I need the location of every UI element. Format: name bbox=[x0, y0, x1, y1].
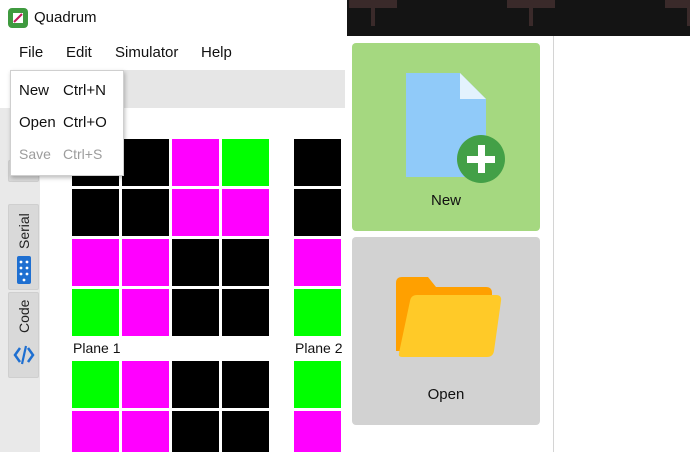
preview-strip bbox=[347, 0, 690, 36]
grid-cell[interactable] bbox=[72, 411, 119, 452]
new-card-label: New bbox=[430, 192, 461, 209]
grid-cell[interactable] bbox=[122, 361, 169, 408]
open-card-label: Open bbox=[427, 386, 465, 403]
title-bar: Quadrum bbox=[0, 0, 345, 36]
menu-item-new[interactable]: New Ctrl+N bbox=[11, 75, 123, 105]
grid-cell[interactable] bbox=[172, 139, 219, 186]
grid-cell[interactable] bbox=[122, 189, 169, 236]
grid-cell[interactable] bbox=[122, 289, 169, 336]
menu-item-save-label: Save bbox=[19, 146, 51, 162]
grid-cell[interactable] bbox=[72, 361, 119, 408]
preview-decor bbox=[371, 8, 375, 26]
grid-cell[interactable] bbox=[294, 139, 341, 186]
quadrum-app-icon bbox=[8, 8, 28, 28]
grid-cell[interactable] bbox=[222, 361, 269, 408]
code-brackets-icon bbox=[13, 345, 35, 365]
tab-code-label: Code bbox=[16, 299, 32, 333]
menu-item-new-label: New bbox=[19, 82, 50, 99]
grid-cell[interactable] bbox=[294, 411, 341, 452]
plane-1-label: Plane 1 bbox=[73, 340, 121, 356]
menu-item-open-label: Open bbox=[19, 114, 56, 131]
menu-edit[interactable]: Edit bbox=[66, 44, 92, 61]
grid-cell[interactable] bbox=[172, 361, 219, 408]
menu-simulator[interactable]: Simulator bbox=[115, 44, 178, 61]
grid-cell[interactable] bbox=[222, 189, 269, 236]
grid-cell[interactable] bbox=[72, 289, 119, 336]
grid-cell[interactable] bbox=[294, 361, 341, 408]
grid-cell[interactable] bbox=[122, 239, 169, 286]
menu-item-new-shortcut: Ctrl+N bbox=[63, 82, 106, 99]
grid-cell[interactable] bbox=[122, 139, 169, 186]
new-project-card[interactable]: New bbox=[352, 43, 540, 231]
tab-serial[interactable]: Serial bbox=[8, 204, 39, 290]
menu-item-open[interactable]: Open Ctrl+O bbox=[11, 107, 123, 137]
menu-item-save-shortcut: Ctrl+S bbox=[63, 146, 103, 162]
grid-cell[interactable] bbox=[172, 289, 219, 336]
preview-decor bbox=[349, 0, 397, 8]
grid-cell[interactable] bbox=[222, 139, 269, 186]
file-dropdown-menu: New Ctrl+N Open Ctrl+O Save Ctrl+S bbox=[10, 70, 124, 176]
grid-cell[interactable] bbox=[172, 189, 219, 236]
grid-cell[interactable] bbox=[294, 189, 341, 236]
open-folder-icon bbox=[396, 277, 502, 357]
grid-cell[interactable] bbox=[172, 411, 219, 452]
grid-cell[interactable] bbox=[222, 411, 269, 452]
preview-decor bbox=[665, 0, 690, 8]
grid-cell[interactable] bbox=[122, 411, 169, 452]
grid-cell[interactable] bbox=[294, 239, 341, 286]
grid-cell[interactable] bbox=[72, 239, 119, 286]
serial-port-icon bbox=[17, 256, 31, 284]
tab-code[interactable]: Code bbox=[8, 292, 39, 378]
grid-cell[interactable] bbox=[72, 189, 119, 236]
menu-item-open-shortcut: Ctrl+O bbox=[63, 114, 107, 131]
new-file-icon bbox=[406, 73, 505, 183]
grid-cell[interactable] bbox=[172, 239, 219, 286]
app-title: Quadrum bbox=[34, 9, 97, 26]
open-project-card[interactable]: Open bbox=[352, 237, 540, 425]
plane-2-label: Plane 2 bbox=[295, 340, 343, 356]
preview-decor bbox=[529, 8, 533, 26]
menu-help[interactable]: Help bbox=[201, 44, 232, 61]
menu-bar: File Edit Simulator Help bbox=[0, 36, 345, 70]
grid-cell[interactable] bbox=[294, 289, 341, 336]
menu-file[interactable]: File bbox=[19, 44, 43, 61]
main-window: Quadrum File Edit Simulator Help Serial … bbox=[0, 0, 345, 452]
menu-item-save: Save Ctrl+S bbox=[11, 139, 123, 169]
grid-cell[interactable] bbox=[222, 289, 269, 336]
grid-cell[interactable] bbox=[222, 239, 269, 286]
tab-serial-label: Serial bbox=[16, 213, 32, 249]
preview-decor bbox=[507, 0, 555, 8]
